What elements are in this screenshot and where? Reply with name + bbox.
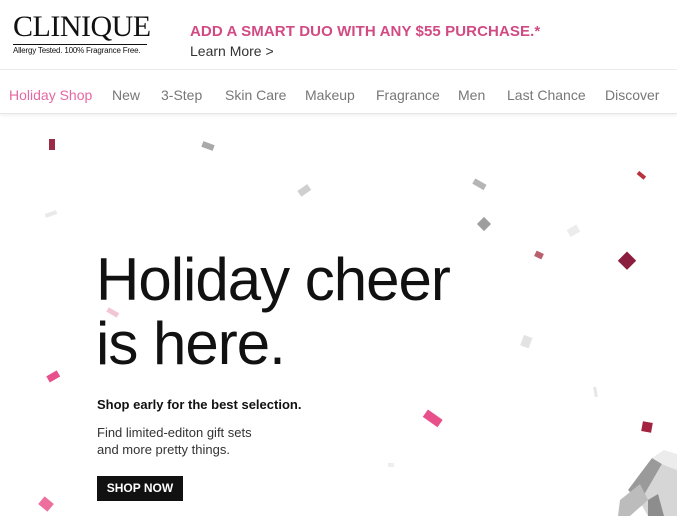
confetti-piece — [593, 386, 598, 398]
confetti-piece — [617, 251, 637, 270]
confetti-piece — [566, 224, 581, 237]
confetti-piece — [49, 139, 55, 150]
confetti-piece — [388, 463, 394, 467]
silver-ribbon-image — [618, 450, 677, 516]
hero-body: Find limited-editon gift sets and more p… — [97, 424, 252, 458]
headline-line-1: Holiday cheer — [96, 246, 451, 313]
confetti-piece — [641, 421, 653, 433]
hero-headline: Holiday cheer is here. — [96, 246, 451, 377]
shop-now-button[interactable]: SHOP NOW — [97, 476, 183, 501]
confetti-piece — [472, 178, 487, 191]
confetti-piece — [297, 184, 312, 197]
headline-line-2: is here. — [96, 310, 286, 377]
confetti-piece — [476, 216, 492, 232]
confetti-piece — [636, 170, 647, 180]
confetti-piece — [44, 210, 58, 218]
confetti-piece — [534, 250, 544, 260]
hero-subhead: Shop early for the best selection. — [97, 397, 302, 412]
confetti-piece — [46, 370, 61, 383]
confetti-piece — [201, 141, 215, 151]
confetti-piece — [422, 409, 443, 428]
confetti-piece — [520, 334, 533, 349]
hero-body-line-2: and more pretty things. — [97, 442, 230, 457]
hero-body-line-1: Find limited-editon gift sets — [97, 425, 252, 440]
confetti-piece — [38, 496, 54, 512]
